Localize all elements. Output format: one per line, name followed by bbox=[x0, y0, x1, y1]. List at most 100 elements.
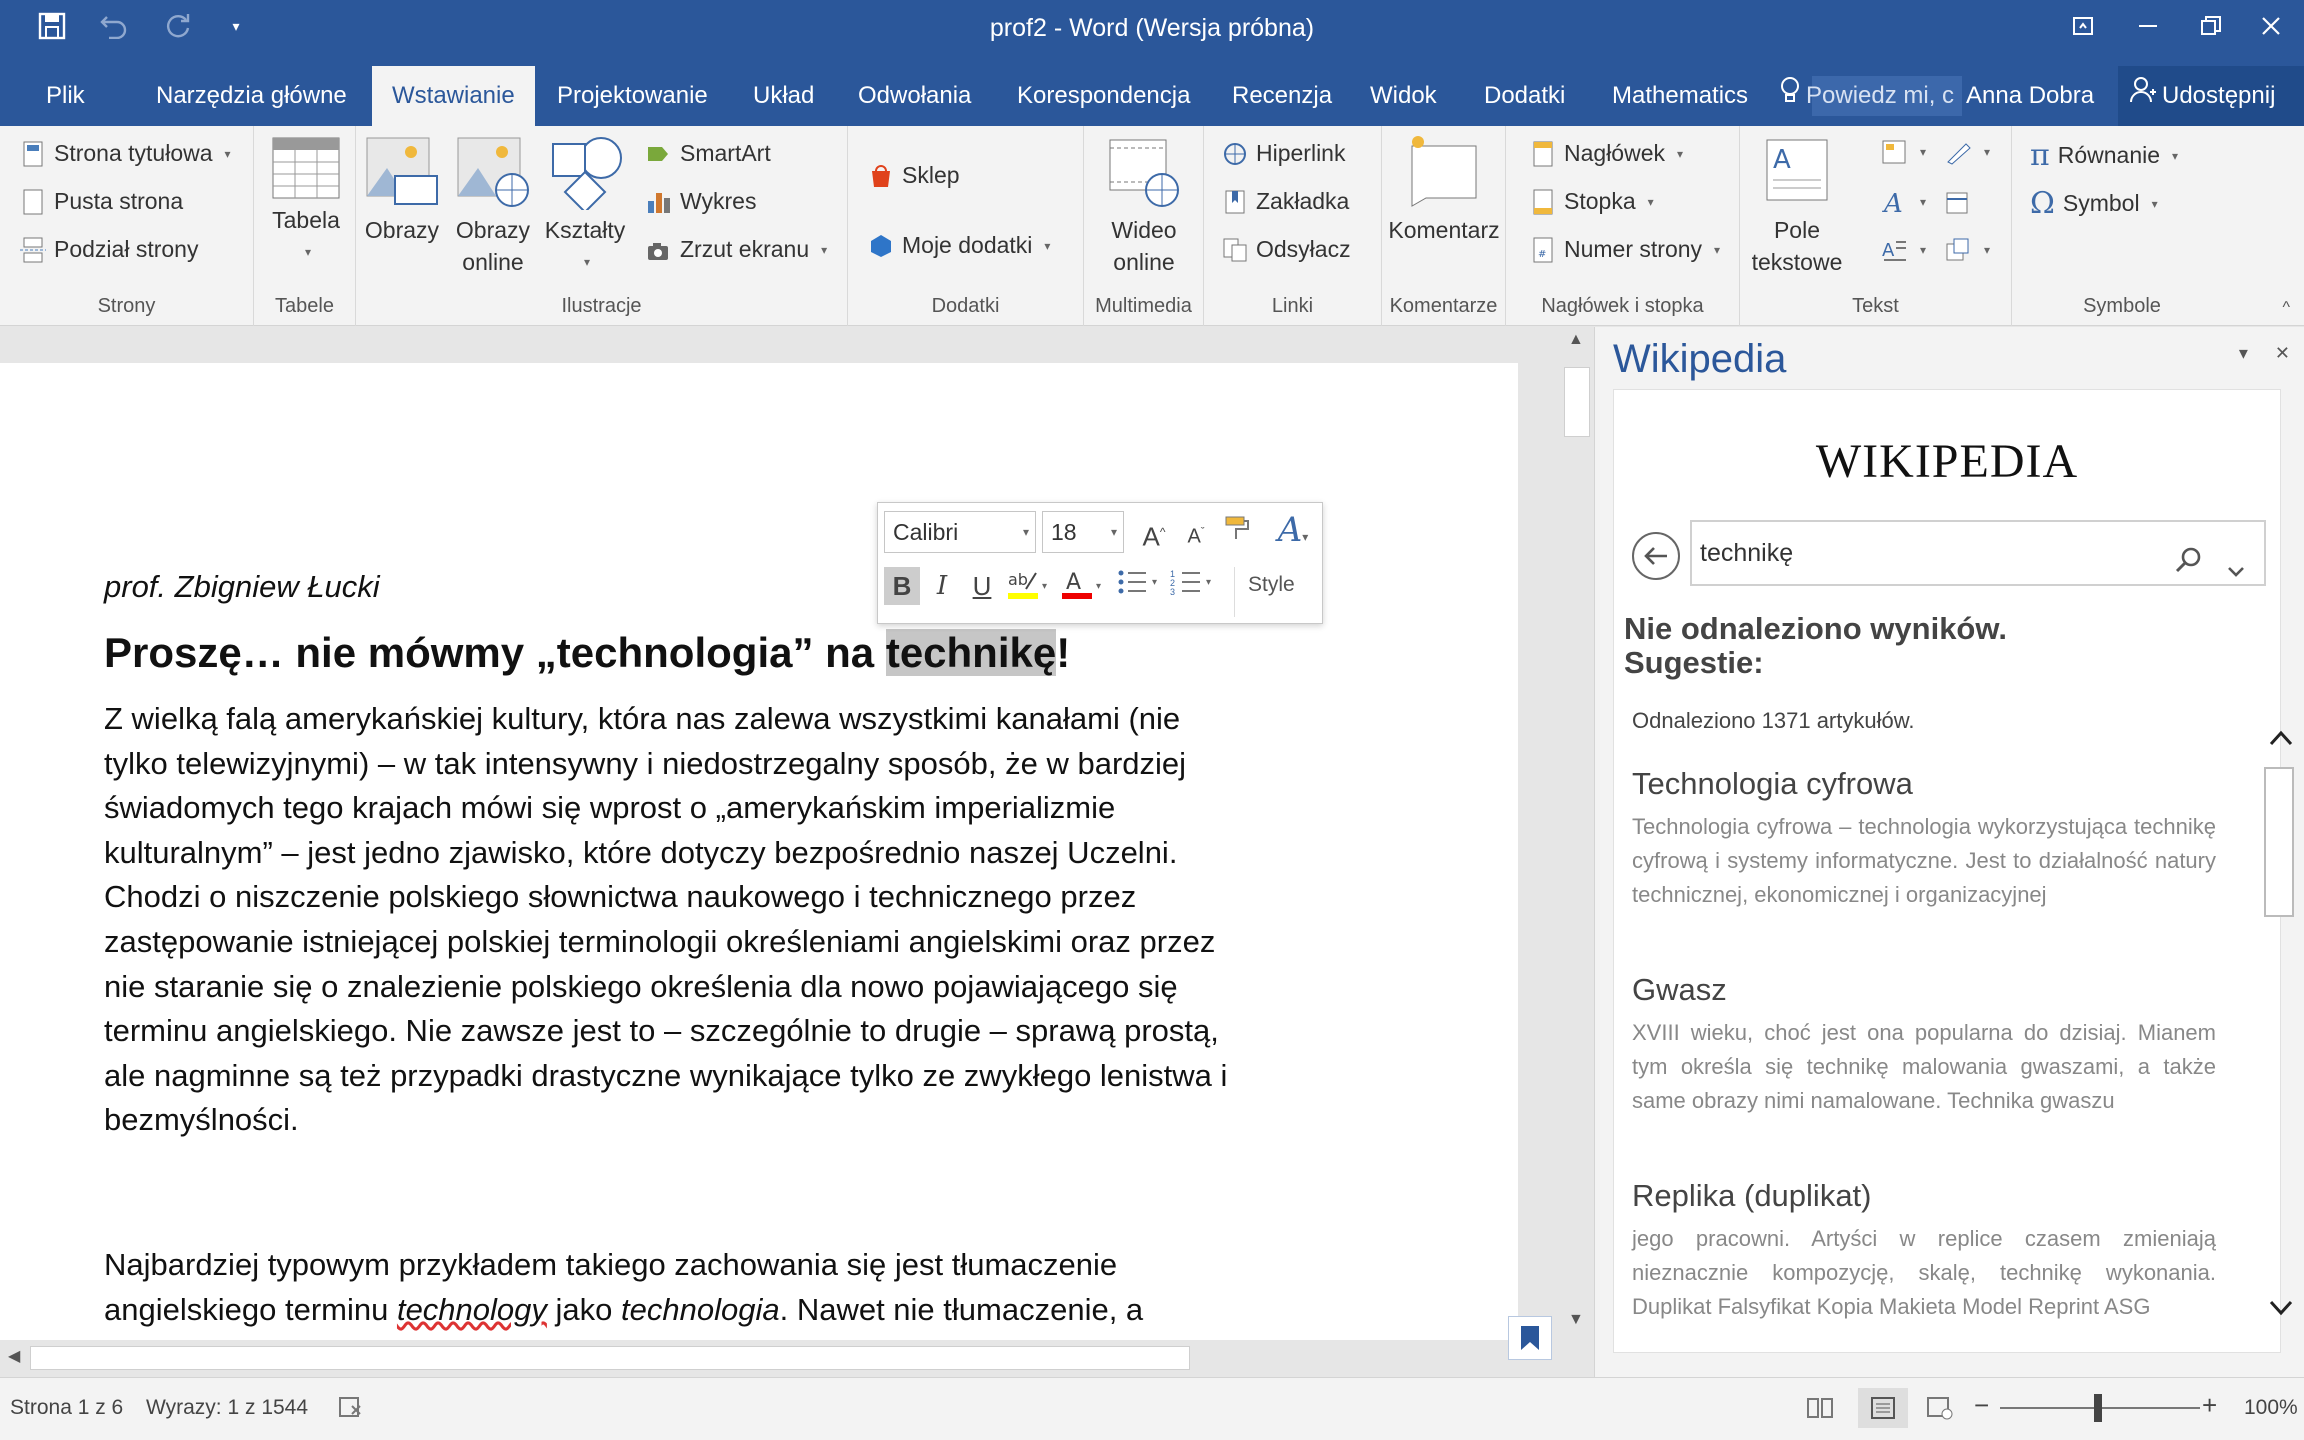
result-title[interactable]: Replika (duplikat) bbox=[1632, 1178, 2216, 1214]
online-pictures-label-1: Obrazy bbox=[455, 217, 531, 243]
comment-button[interactable]: Komentarz bbox=[1384, 136, 1504, 246]
share-button[interactable]: Udostępnij bbox=[2118, 66, 2304, 126]
smartart-button[interactable]: SmartArt bbox=[646, 140, 771, 167]
scrollbar-thumb[interactable] bbox=[30, 1346, 1190, 1370]
screenshot-button[interactable]: Zrzut ekranu ▾ bbox=[646, 236, 827, 263]
result-title[interactable]: Gwasz bbox=[1632, 972, 2216, 1008]
page-break-icon bbox=[20, 237, 46, 263]
page-break-button[interactable]: Podział strony bbox=[20, 236, 198, 263]
scroll-left-icon[interactable]: ◀ bbox=[8, 1346, 20, 1366]
store-button[interactable]: Sklep bbox=[868, 162, 960, 189]
wiki-scrollbar-thumb[interactable] bbox=[2264, 767, 2294, 917]
tell-me-search[interactable]: Powiedz mi, c bbox=[1780, 66, 1954, 126]
tab-dodatki[interactable]: Dodatki bbox=[1484, 66, 1565, 126]
header-button[interactable]: Nagłówek ▾ bbox=[1530, 140, 1683, 167]
drop-cap-icon[interactable]: A ▾ bbox=[1880, 236, 1926, 264]
grow-font-icon[interactable]: A^ bbox=[1136, 513, 1172, 552]
pane-options-icon[interactable]: ▾ bbox=[2239, 343, 2248, 363]
tab-narzedzia-glowne[interactable]: Narzędzia główne bbox=[156, 66, 347, 126]
tab-odwolania[interactable]: Odwołania bbox=[858, 66, 971, 126]
bullets-icon[interactable]: ▾ bbox=[1114, 567, 1164, 605]
footer-button[interactable]: Stopka ▾ bbox=[1530, 188, 1654, 215]
shrink-font-icon[interactable]: Aˇ bbox=[1178, 513, 1214, 551]
wikipedia-search-input[interactable]: technikę bbox=[1690, 520, 2266, 586]
tab-plik[interactable]: Plik bbox=[46, 66, 85, 126]
symbol-button[interactable]: Ω Symbol ▾ bbox=[2030, 186, 2158, 221]
bookmark-button[interactable]: Zakładka bbox=[1222, 188, 1349, 215]
italic-button[interactable]: I bbox=[924, 567, 960, 605]
styles-icon[interactable]: A▾ bbox=[1268, 511, 1318, 549]
wordart-icon[interactable]: A ▾ bbox=[1880, 188, 1926, 216]
pictures-button[interactable]: Obrazy bbox=[362, 136, 442, 246]
highlight-icon[interactable]: ab ▾ bbox=[1004, 567, 1054, 605]
read-mode-icon[interactable] bbox=[1800, 1388, 1840, 1428]
tab-mathematics[interactable]: Mathematics bbox=[1612, 66, 1748, 126]
scrollbar-thumb[interactable] bbox=[1564, 367, 1590, 437]
font-color-icon[interactable]: A ▾ bbox=[1058, 567, 1108, 605]
underline-button[interactable]: U bbox=[964, 567, 1000, 605]
page-number-button[interactable]: # Numer strony ▾ bbox=[1530, 236, 1720, 263]
cover-page-button[interactable]: Strona tytułowa ▾ bbox=[20, 140, 231, 167]
search-icon[interactable] bbox=[2174, 536, 2204, 598]
equation-button[interactable]: π Równanie ▾ bbox=[2030, 138, 2178, 173]
search-result[interactable]: Gwasz XVIII wieku, choć jest ona popular… bbox=[1632, 972, 2216, 1118]
font-size-box[interactable]: 18 ▾ bbox=[1042, 511, 1124, 553]
resume-reading-bookmark-icon[interactable] bbox=[1508, 1316, 1552, 1360]
close-icon[interactable] bbox=[2238, 6, 2304, 46]
format-painter-icon[interactable] bbox=[1218, 513, 1254, 551]
document-vertical-scrollbar[interactable]: ▲ ▼ bbox=[1560, 327, 1594, 1337]
web-layout-icon[interactable] bbox=[1920, 1388, 1960, 1428]
object-icon[interactable]: ▾ bbox=[1944, 236, 1990, 264]
scroll-down-icon[interactable]: ▼ bbox=[1568, 1311, 1584, 1329]
paragraph-1: Z wielką falą amerykańskiej kultury, któ… bbox=[104, 697, 1344, 1143]
scroll-up-icon[interactable] bbox=[2268, 729, 2294, 752]
ribbon-display-options-icon[interactable] bbox=[2050, 6, 2116, 46]
blank-page-button[interactable]: Pusta strona bbox=[20, 188, 183, 215]
table-button[interactable]: Tabela ▾ bbox=[268, 136, 344, 268]
online-pictures-button[interactable]: Obrazy online bbox=[452, 136, 534, 278]
cross-reference-button[interactable]: Odsyłacz bbox=[1222, 236, 1351, 263]
print-layout-icon[interactable] bbox=[1858, 1388, 1908, 1428]
tab-recenzja[interactable]: Recenzja bbox=[1232, 66, 1332, 126]
search-result[interactable]: Replika (duplikat) jego pracowni. Artyśc… bbox=[1632, 1178, 2216, 1324]
zoom-in-icon[interactable]: + bbox=[2202, 1390, 2217, 1421]
chevron-down-icon[interactable] bbox=[2226, 540, 2246, 602]
scroll-up-icon[interactable]: ▲ bbox=[1568, 331, 1584, 349]
collapse-ribbon-icon[interactable]: ^ bbox=[2282, 299, 2290, 317]
tab-wstawianie[interactable]: Wstawianie bbox=[372, 66, 535, 126]
tab-uklad[interactable]: Układ bbox=[753, 66, 814, 126]
online-video-button[interactable]: Wideo online bbox=[1098, 136, 1190, 278]
shapes-button[interactable]: Kształty ▾ bbox=[542, 136, 628, 278]
my-addins-button[interactable]: Moje dodatki ▾ bbox=[868, 232, 1050, 259]
tab-korespondencja[interactable]: Korespondencja bbox=[1017, 66, 1190, 126]
user-name[interactable]: Anna Dobra bbox=[1966, 66, 2094, 126]
numbering-icon[interactable]: 1 2 3 ▾ bbox=[1168, 567, 1218, 605]
back-arrow-icon[interactable] bbox=[1632, 532, 1680, 580]
proofing-icon[interactable] bbox=[338, 1394, 364, 1426]
font-name-box[interactable]: Calibri ▾ bbox=[884, 511, 1036, 553]
minimize-icon[interactable] bbox=[2116, 6, 2182, 46]
restore-icon[interactable] bbox=[2178, 6, 2244, 46]
search-result[interactable]: Technologia cyfrowa Technologia cyfrowa … bbox=[1632, 766, 2216, 912]
pane-close-icon[interactable]: ✕ bbox=[2275, 343, 2290, 363]
signature-line-icon[interactable]: ▾ bbox=[1944, 138, 1990, 166]
style-label[interactable]: Style bbox=[1248, 573, 1295, 597]
bold-button[interactable]: B bbox=[884, 567, 920, 605]
chart-button[interactable]: Wykres bbox=[646, 188, 756, 215]
result-title[interactable]: Technologia cyfrowa bbox=[1632, 766, 2216, 802]
tab-widok[interactable]: Widok bbox=[1370, 66, 1437, 126]
tab-projektowanie[interactable]: Projektowanie bbox=[557, 66, 708, 126]
zoom-out-icon[interactable]: − bbox=[1974, 1390, 1989, 1421]
paragraph-line: Najbardziej typowym przykładem takiego z… bbox=[104, 1247, 1118, 1282]
date-time-icon[interactable] bbox=[1944, 188, 1972, 216]
hyperlink-button[interactable]: Hiperlink bbox=[1222, 140, 1345, 167]
zoom-level[interactable]: 100% bbox=[2244, 1396, 2298, 1420]
word-counter[interactable]: Wyrazy: 1 z 1544 bbox=[146, 1396, 308, 1420]
page-counter[interactable]: Strona 1 z 6 bbox=[10, 1396, 123, 1420]
document-horizontal-scrollbar[interactable]: ◀ bbox=[0, 1340, 1560, 1376]
quick-parts-icon[interactable]: ▾ bbox=[1880, 138, 1926, 166]
text-box-button[interactable]: A Pole tekstowe bbox=[1744, 136, 1850, 278]
zoom-slider-thumb[interactable] bbox=[2094, 1394, 2102, 1422]
online-pictures-label-2: online bbox=[462, 249, 524, 275]
scroll-down-icon[interactable] bbox=[2268, 1299, 2294, 1322]
